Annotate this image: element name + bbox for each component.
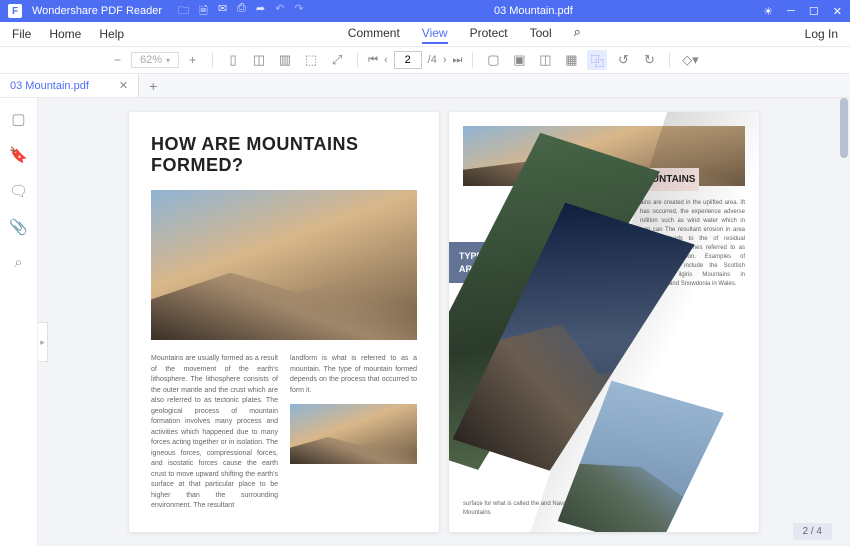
curl-image-3	[558, 377, 724, 532]
last-page-icon[interactable]: ⏭	[453, 54, 463, 67]
view5-icon[interactable]: ⿻	[587, 50, 607, 70]
minimize-icon[interactable]: ─	[787, 5, 795, 18]
search-icon[interactable]: ⌕	[574, 24, 581, 44]
redo-icon[interactable]: ↷	[294, 2, 303, 21]
layout1-icon[interactable]: ▯	[223, 50, 243, 70]
tab-comment[interactable]: Comment	[348, 24, 400, 44]
view1-icon[interactable]: ▢	[483, 50, 503, 70]
fit-icon[interactable]: ⤢	[327, 50, 347, 70]
page-input[interactable]	[394, 51, 422, 69]
menu-file[interactable]: File	[12, 27, 31, 41]
tab-protect[interactable]: Protect	[470, 24, 508, 44]
open-icon[interactable]: 🗀	[178, 2, 189, 21]
layout4-icon[interactable]: ⬚	[301, 50, 321, 70]
small-image	[290, 404, 417, 464]
attachment-icon[interactable]: 📎	[9, 218, 28, 236]
rotate-right-icon[interactable]: ↻	[639, 50, 659, 70]
zoom-in-button[interactable]: +	[183, 53, 202, 67]
zoom-value[interactable]: 62%▾	[131, 52, 179, 68]
close-icon[interactable]: ✕	[833, 5, 842, 18]
outline-icon[interactable]: 🔖	[9, 146, 28, 164]
view2-icon[interactable]: ▣	[509, 50, 529, 70]
right-heading: OUNTAINS	[640, 168, 699, 191]
login-link[interactable]: Log In	[805, 27, 838, 41]
comments-icon[interactable]: 🗨	[9, 182, 28, 200]
share-icon[interactable]: ➦	[256, 2, 265, 21]
new-tab-button[interactable]: +	[139, 78, 167, 94]
print-icon[interactable]: ⎙	[237, 2, 246, 21]
layout3-icon[interactable]: ▥	[275, 50, 295, 70]
app-logo: F	[8, 4, 22, 18]
body-col2: landform is what is referred to as a mou…	[290, 354, 417, 396]
view3-icon[interactable]: ◫	[535, 50, 555, 70]
scrollbar[interactable]	[840, 98, 848, 158]
mail-icon[interactable]: ✉	[218, 2, 227, 21]
undo-icon[interactable]: ↶	[275, 2, 284, 21]
page-title: HOW ARE MOUNTAINS FORMED?	[151, 134, 417, 176]
tab-tool[interactable]: Tool	[530, 24, 552, 44]
find-icon[interactable]: ⌕	[14, 254, 22, 271]
expand-panel-icon[interactable]: ▸	[38, 322, 48, 362]
page-2: HOW ARE MOUNTAINS FORMED? Mountains are …	[129, 112, 439, 532]
theme-icon[interactable]: ☀	[763, 5, 773, 18]
zoom-out-button[interactable]: −	[108, 53, 127, 67]
background-icon[interactable]: ◇▾	[680, 50, 700, 70]
next-page-icon[interactable]: ›	[443, 54, 447, 66]
layout2-icon[interactable]: ◫	[249, 50, 269, 70]
right-body: ains are created in the uplifted area. i…	[640, 199, 745, 289]
maximize-icon[interactable]: ☐	[809, 5, 819, 18]
window-title: 03 Mountain.pdf	[314, 5, 754, 17]
overlay-heading: TYPE OF MOUNT ARE THEY FOR	[449, 242, 543, 283]
hero-image	[151, 190, 417, 340]
bookmark-icon[interactable]: ▢	[11, 110, 25, 128]
document-tab[interactable]: 03 Mountain.pdf ✕	[0, 74, 139, 97]
save-icon[interactable]: 🗎	[199, 2, 208, 21]
subheading: 1. VOLCANI	[463, 296, 745, 305]
bottom-fragment: surface for what is called the and Navaj…	[463, 500, 573, 518]
prev-page-icon[interactable]: ‹	[384, 54, 388, 66]
page-counter: 2 / 4	[793, 523, 832, 540]
menu-help[interactable]: Help	[99, 27, 124, 41]
first-page-icon[interactable]: ⏮	[368, 54, 378, 67]
view4-icon[interactable]: ▦	[561, 50, 581, 70]
page-3: TYPE OF MOUNT ARE THEY FOR 1. VOLCANI OU…	[449, 112, 759, 532]
document-tab-label: 03 Mountain.pdf	[10, 80, 89, 92]
menu-home[interactable]: Home	[49, 27, 81, 41]
document-viewer[interactable]: ▸ HOW ARE MOUNTAINS FORMED? Mountains ar…	[38, 98, 850, 546]
rotate-left-icon[interactable]: ↺	[613, 50, 633, 70]
body-col1: Mountains are usually formed as a result…	[151, 354, 278, 512]
tab-view[interactable]: View	[422, 24, 448, 44]
page-total: /4	[428, 54, 437, 66]
app-name: Wondershare PDF Reader	[32, 5, 162, 17]
tab-close-icon[interactable]: ✕	[119, 79, 128, 92]
